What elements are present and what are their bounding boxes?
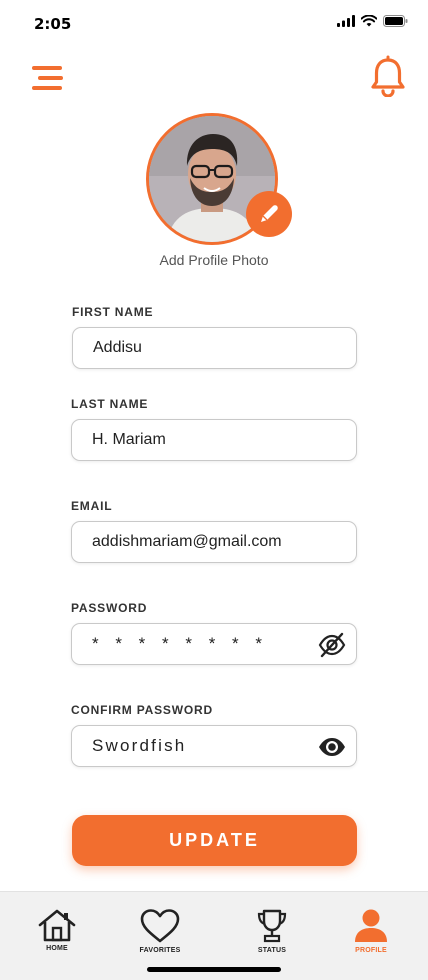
eye-slash-icon [318,632,346,658]
first-name-field[interactable]: Addisu [72,327,357,369]
update-button[interactable]: UPDATE [72,815,357,866]
nav-item-status[interactable]: STATUS [232,908,312,954]
password-value: * * * * * * * * [92,634,268,653]
user-icon [355,909,387,942]
confirm-password-visibility-toggle[interactable] [318,734,346,760]
wifi-icon [361,15,377,27]
status-bar: 2:05 [0,0,428,46]
email-value: addishmariam@gmail.com [92,533,282,550]
first-name-label: FIRST NAME [72,305,154,319]
password-label: PASSWORD [71,601,148,615]
nav-item-home[interactable]: HOME [17,908,97,952]
heart-icon [140,909,180,943]
signal-icon [337,15,355,27]
confirm-password-value: Swordfish [92,736,187,755]
nav-label-profile: PROFILE [355,947,387,954]
confirm-password-label: CONFIRM PASSWORD [71,703,213,717]
last-name-field[interactable]: H. Mariam [71,419,357,461]
eye-icon [319,738,345,756]
notification-button[interactable] [370,55,406,98]
password-field[interactable]: * * * * * * * * [71,623,357,665]
trophy-icon [257,909,287,943]
status-icons [337,15,408,27]
nav-item-profile[interactable]: PROFILE [331,908,411,954]
last-name-value: H. Mariam [92,431,166,448]
home-icon [38,909,76,942]
edit-avatar-button[interactable] [246,191,292,237]
menu-button[interactable] [32,64,66,92]
pencil-icon [261,205,278,222]
hamburger-icon [32,66,63,90]
nav-label-status: STATUS [257,947,287,954]
bell-icon [371,55,405,98]
status-time: 2:05 [34,15,72,33]
home-indicator [147,967,281,972]
email-label: EMAIL [71,499,113,513]
first-name-value: Addisu [93,339,142,356]
nav-label-favorites: FAVORITES [139,947,181,954]
confirm-password-field[interactable]: Swordfish [71,725,357,767]
email-field[interactable]: addishmariam@gmail.com [71,521,357,563]
avatar-container [146,113,292,245]
add-photo-label: Add Profile Photo [159,252,269,268]
last-name-label: LAST NAME [71,397,149,411]
nav-item-favorites[interactable]: FAVORITES [120,908,200,954]
battery-icon [383,15,408,27]
nav-label-home: HOME [46,945,68,952]
password-visibility-toggle[interactable] [318,632,346,658]
